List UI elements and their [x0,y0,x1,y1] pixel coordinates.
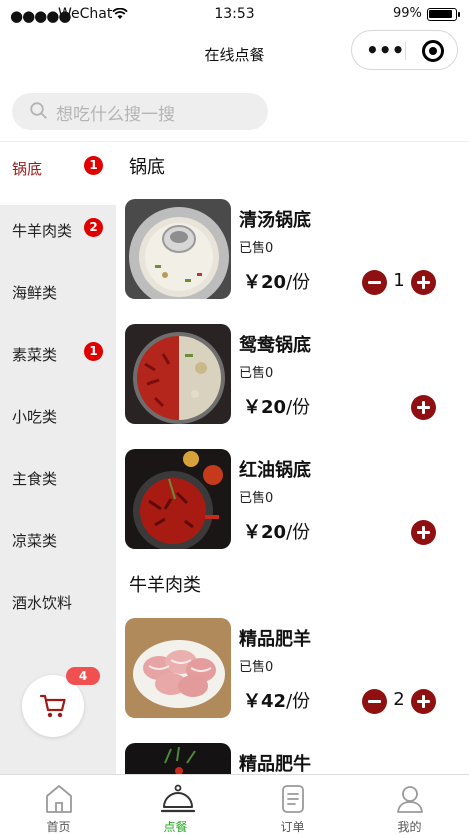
cart-count-badge: 4 [66,667,100,685]
increase-quantity-button[interactable] [411,270,436,295]
cart-icon [39,694,66,718]
dish-image-lamb-slices[interactable] [125,618,231,718]
dish-price: ￥42/份 [243,687,310,713]
dish-sold-count: 已售0 [239,491,274,506]
tab-bar: 首页 点餐 订单 我的 [0,774,469,834]
close-mini-program-icon[interactable] [422,40,444,62]
search-input[interactable]: 想吃什么搜一搜 [12,93,268,130]
tab-profile[interactable]: 我的 [351,775,468,835]
price-value: 20 [261,522,287,543]
price-value: 20 [261,397,287,418]
category-label: 主食类 [12,470,58,488]
increase-quantity-button[interactable] [411,395,436,420]
mini-program-capsule: ••• [351,30,458,70]
category-label: 小吃类 [12,408,58,426]
price-unit: /份 [286,272,311,293]
battery-percent: 99% [393,6,422,21]
dish-name: 清汤锅底 [239,210,311,231]
price-value: 20 [261,272,287,293]
category-item-drinks[interactable]: 酒水饮料 [0,577,116,639]
category-label: 凉菜类 [12,532,58,550]
category-count-badge: 1 [84,342,103,361]
quantity-value: 2 [393,689,405,710]
capsule-divider [405,42,406,60]
currency-symbol: ￥ [243,522,261,543]
dish-image-clear-broth[interactable] [125,199,231,299]
tab-label: 我的 [397,820,422,834]
category-item-beef-lamb[interactable]: 牛羊肉类 2 [0,205,116,267]
tab-home[interactable]: 首页 [0,775,117,835]
tab-order-food[interactable]: 点餐 [117,775,234,835]
dish-price: ￥20/份 [243,268,310,294]
dish-sold-count: 已售0 [239,366,274,381]
search-icon [30,102,47,119]
dish-item: 精品肥羊 已售0 ￥42/份 2 [116,618,469,718]
price-value: 42 [261,691,287,712]
price-unit: /份 [286,691,311,712]
tab-orders[interactable]: 订单 [234,775,351,835]
price-unit: /份 [286,522,311,543]
dish-price: ￥20/份 [243,518,310,544]
category-label: 酒水饮料 [12,594,73,612]
category-item-snacks[interactable]: 小吃类 [0,391,116,453]
dish-sold-count: 已售0 [239,241,274,256]
dish-list: 锅底 清汤锅底 已售0 ￥20/份 1 鸳鸯锅底 已售0 ￥20/份 红油锅底 … [116,143,469,774]
dish-image-spicy-broth[interactable] [125,449,231,549]
order-list-icon [282,785,304,813]
dish-image-beef-slices[interactable] [125,743,231,774]
currency-symbol: ￥ [243,691,261,712]
dish-cover-icon [161,784,195,813]
tab-label: 首页 [46,820,71,834]
category-label: 锅底 [12,160,43,178]
user-icon [397,786,423,813]
more-icon[interactable]: ••• [366,40,404,60]
increase-quantity-button[interactable] [411,689,436,714]
nav-bar: 在线点餐 ••• [0,30,469,80]
increase-quantity-button[interactable] [411,520,436,545]
home-icon [46,785,72,813]
dish-image-yuanyang-broth[interactable] [125,324,231,424]
search-bar: 想吃什么搜一搜 [0,80,469,142]
dish-name: 鸳鸯锅底 [239,335,311,356]
quantity-value: 1 [393,270,405,291]
category-count-badge: 1 [84,156,103,175]
dish-item: 鸳鸯锅底 已售0 ￥20/份 [116,324,469,424]
decrease-quantity-button[interactable] [362,270,387,295]
dish-price: ￥20/份 [243,393,310,419]
dish-name: 红油锅底 [239,460,311,481]
category-item-cold-dishes[interactable]: 凉菜类 [0,515,116,577]
section-title: 牛羊肉类 [129,575,201,596]
category-item-staples[interactable]: 主食类 [0,453,116,515]
category-label: 海鲜类 [12,284,58,302]
price-unit: /份 [286,397,311,418]
category-label: 牛羊肉类 [12,222,73,240]
dish-item: 精品肥牛 [116,743,469,774]
dish-name: 精品肥牛 [239,754,311,774]
category-item-seafood[interactable]: 海鲜类 [0,267,116,329]
dish-name: 精品肥羊 [239,629,311,650]
category-count-badge: 2 [84,218,103,237]
category-item-hotpot-base[interactable]: 锅底 1 [0,143,116,205]
category-item-vegetables[interactable]: 素菜类 1 [0,329,116,391]
section-title: 锅底 [129,157,165,178]
category-label: 素菜类 [12,346,58,364]
tab-label: 订单 [280,820,305,834]
dish-item: 红油锅底 已售0 ￥20/份 [116,449,469,549]
currency-symbol: ￥ [243,397,261,418]
battery-icon [427,8,460,21]
dish-item: 清汤锅底 已售0 ￥20/份 1 [116,199,469,299]
decrease-quantity-button[interactable] [362,689,387,714]
search-placeholder: 想吃什么搜一搜 [56,105,175,125]
dish-sold-count: 已售0 [239,660,274,675]
currency-symbol: ￥ [243,272,261,293]
status-bar: ●●●●● WeChat 13:53 99% [0,0,469,30]
tab-label: 点餐 [163,820,188,834]
